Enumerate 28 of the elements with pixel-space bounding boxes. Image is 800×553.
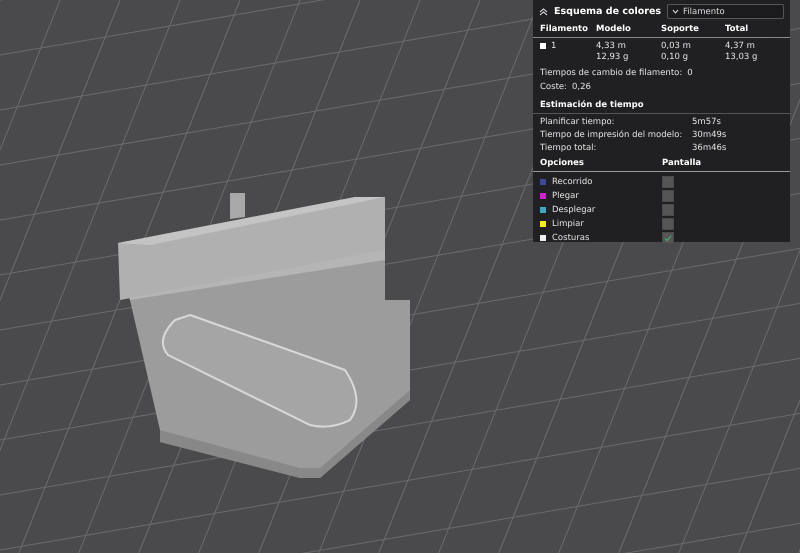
option-label: Plegar	[552, 191, 579, 201]
time-label: Tiempo de impresión del modelo:	[540, 130, 684, 141]
stat-value: 0	[687, 68, 693, 78]
panel-title: Esquema de colores	[554, 6, 662, 17]
option-label: Costuras	[552, 233, 590, 243]
column-header: Filamento	[540, 23, 589, 36]
option-label: Limpiar	[552, 219, 584, 229]
option-label: Recorrido	[552, 177, 592, 187]
section-title: Estimación de tiempo	[533, 94, 790, 114]
column-header: Total	[725, 23, 750, 36]
time-value: 36m46s	[692, 143, 728, 154]
column-header: Soporte	[661, 23, 700, 36]
table-cell-text: 4,33 m 12,93 g	[596, 40, 630, 63]
stat-value: 0,26	[572, 82, 591, 92]
time-value: 5m57s	[692, 117, 722, 128]
filament-number: 1	[551, 43, 556, 50]
column-header: Modelo	[596, 23, 632, 36]
stat-label: Tiempos de cambio de filamento:	[540, 68, 682, 78]
table-cell-text: 0,03 m 0,10 g	[661, 40, 692, 63]
time-label: Planificar tiempo:	[540, 117, 616, 128]
column-header: Pantalla	[662, 158, 702, 168]
time-value: 30m49s	[692, 130, 728, 141]
table-cell-text: 4,37 m 13,03 g	[725, 40, 758, 63]
option-label: Desplegar	[552, 205, 596, 215]
column-header: Opciones	[540, 158, 585, 168]
time-label: Tiempo total:	[540, 143, 598, 154]
color-scheme-dropdown[interactable]: Filamento	[667, 4, 784, 19]
stat-label: Coste:	[540, 82, 567, 92]
